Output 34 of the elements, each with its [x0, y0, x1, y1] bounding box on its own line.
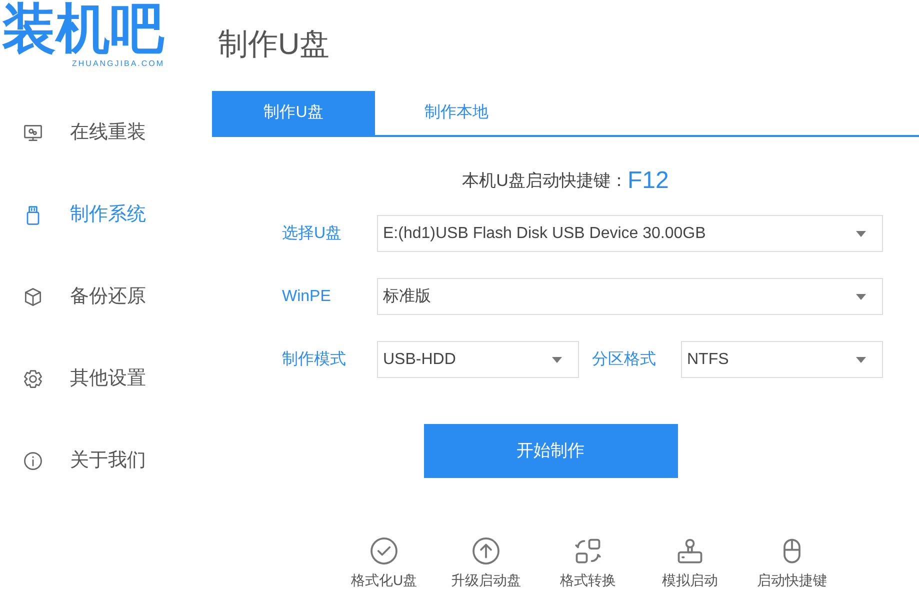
caret-icon [856, 356, 866, 362]
info-icon [22, 450, 44, 472]
dropdown[interactable]: E:(hd1)USB Flash Disk USB Device 30.00GB [377, 215, 883, 252]
page-title: 制作U盘 [218, 27, 330, 63]
tool-link[interactable]: 模拟启动 [662, 570, 718, 591]
cube-icon [22, 286, 44, 308]
sidebar-item[interactable]: 关于我们 [70, 446, 146, 476]
field-label: 分区格式 [591, 350, 657, 370]
settings-icon [22, 368, 44, 390]
field-label: WinPE [282, 286, 332, 306]
logo-subtitle: ZHUANGJIBA.COM [72, 59, 165, 69]
dropdown[interactable]: USB-HDD [377, 341, 579, 378]
caret-icon [856, 230, 866, 236]
logo-text: 装机吧 [2, 0, 164, 58]
field-label: 选择U盘 [282, 224, 343, 244]
caret-icon [856, 294, 866, 300]
field-label: 制作模式 [282, 350, 347, 370]
monitor-icon [22, 122, 44, 144]
sidebar-item[interactable]: 备份还原 [70, 282, 146, 312]
convert-icon [573, 536, 603, 566]
caret-icon [552, 356, 562, 362]
tool-link[interactable]: 格式转换 [560, 570, 616, 591]
up-arrow-circle-icon [471, 536, 501, 566]
tool-link[interactable]: 格式化U盘 [350, 570, 418, 591]
stamp-icon [675, 536, 705, 566]
sidebar-item[interactable]: 其他设置 [70, 364, 146, 394]
tool-link[interactable]: 启动快捷键 [757, 570, 827, 591]
tool-link[interactable]: 升级启动盘 [451, 570, 521, 591]
dropdown[interactable]: 标准版 [377, 278, 883, 315]
hotkey-label: 本机U盘启动快捷键： [462, 170, 628, 192]
check-circle-icon [369, 536, 399, 566]
dropdown[interactable]: NTFS [681, 341, 883, 378]
sidebar-item[interactable]: 在线重装 [70, 118, 146, 148]
hotkey-value: F12 [627, 167, 669, 195]
